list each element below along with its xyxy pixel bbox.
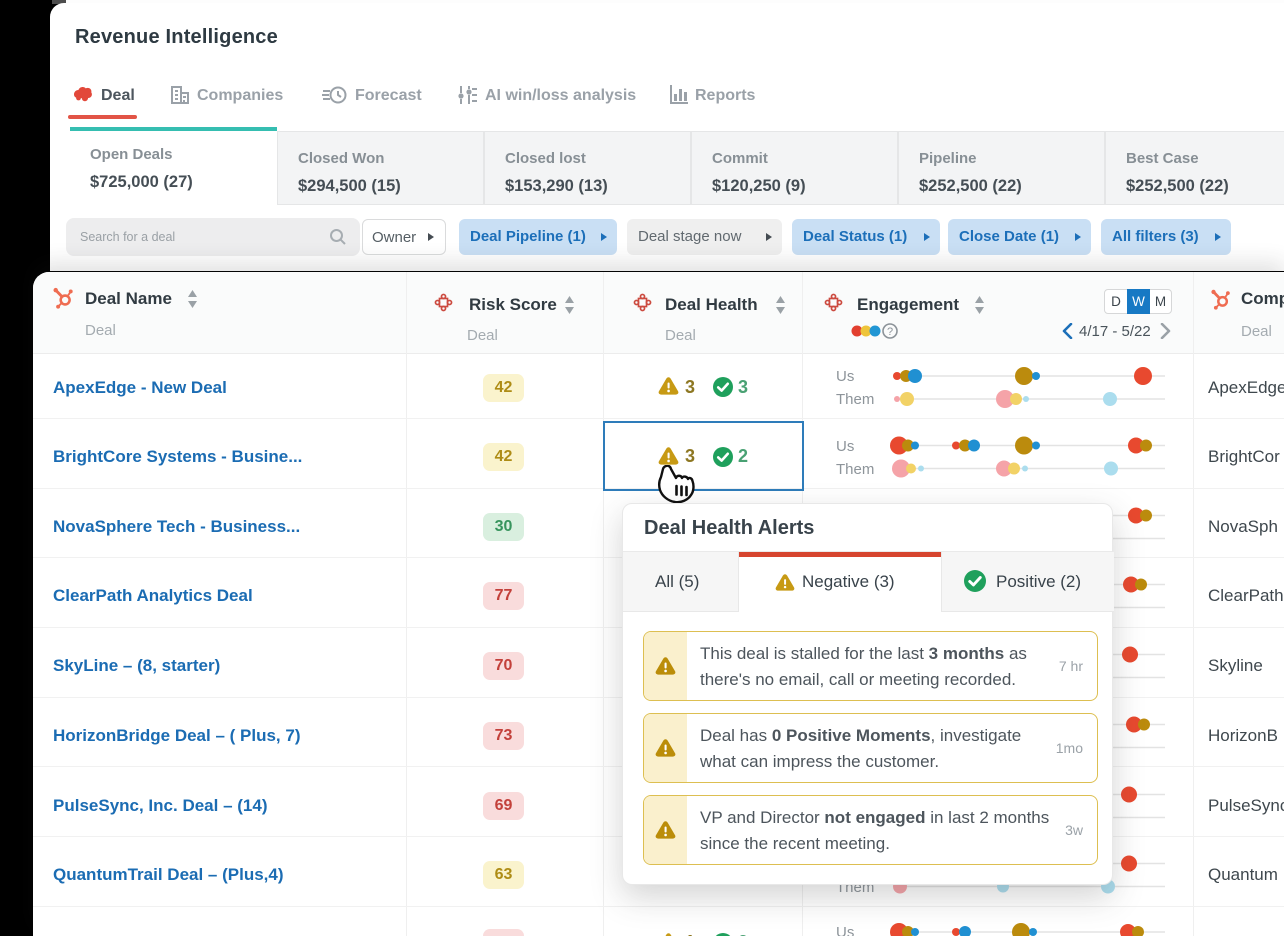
svg-text:?: ?	[887, 326, 893, 338]
